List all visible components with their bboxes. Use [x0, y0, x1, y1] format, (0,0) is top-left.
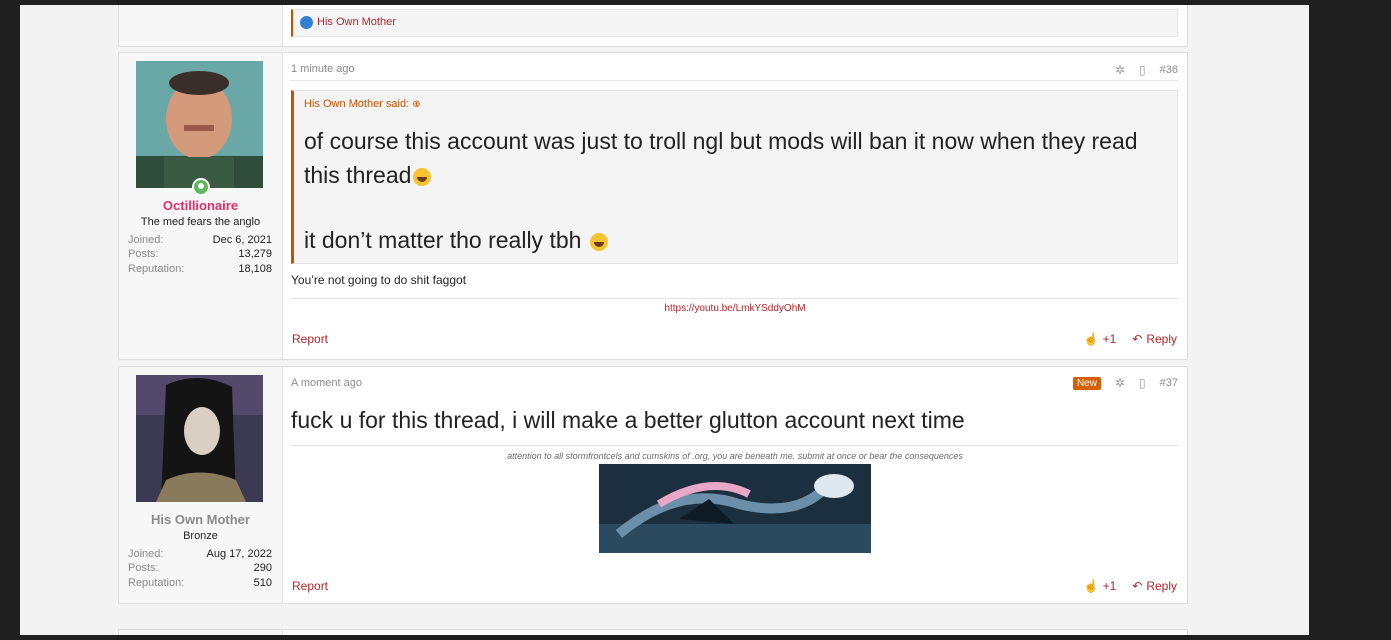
reputation-value: 18,108	[238, 263, 272, 275]
signature-image	[599, 464, 871, 553]
next-post	[118, 629, 1188, 635]
quote-line-2: this thread	[304, 162, 412, 188]
post-meta-actions: ✲ ▯ #36	[1115, 63, 1178, 77]
signature-text: attention to all stormfrontcels and cums…	[507, 451, 963, 461]
share-icon[interactable]: ✲	[1115, 376, 1125, 390]
user-column: Octillionaire The med fears the anglo Jo…	[119, 53, 283, 359]
avatar[interactable]	[136, 61, 263, 188]
like-button[interactable]: ☝ +1	[1084, 332, 1117, 346]
previous-post: His Own Mother	[118, 5, 1188, 47]
like-count: +1	[1102, 332, 1117, 346]
reply-button[interactable]: ↶ Reply	[1132, 332, 1177, 346]
meta-divider	[291, 80, 1178, 81]
post-actions: ☝ +1 ↶ Reply	[1084, 332, 1177, 346]
quote-author: His Own Mother said:	[304, 98, 410, 110]
reputation-stat: Reputation: 510	[128, 577, 272, 591]
quote-author-link[interactable]: His Own Mother said: ⊕	[304, 98, 421, 110]
user-title: Bronze	[183, 530, 218, 542]
signature-divider	[291, 298, 1178, 299]
quote-line-3: it don’t matter tho really tbh	[304, 227, 588, 253]
post-actions: ☝ +1 ↶ Reply	[1084, 579, 1177, 593]
reputation-stat: Reputation: 18,108	[128, 263, 272, 277]
avatar[interactable]	[136, 375, 263, 502]
like-button[interactable]: ☝ +1	[1084, 579, 1117, 593]
previous-post-user-column	[119, 5, 283, 46]
thumbs-up-icon: ☝	[1083, 579, 1099, 593]
user-title: The med fears the anglo	[140, 216, 261, 228]
reaction-user-link[interactable]: His Own Mother	[317, 16, 396, 28]
like-count: +1	[1102, 579, 1117, 593]
quote-line-1: of course this account was just to troll…	[304, 128, 1138, 154]
joined-value: Dec 6, 2021	[212, 234, 272, 246]
report-link[interactable]: Report	[292, 579, 328, 593]
post-body: fuck u for this thread, i will make a be…	[291, 407, 965, 433]
reactions-bar[interactable]: His Own Mother	[291, 9, 1178, 37]
reputation-label: Reputation:	[128, 263, 185, 275]
quote-line-2-wrap: this thread	[304, 158, 1157, 192]
posts-label: Posts:	[128, 248, 159, 260]
bookmark-icon[interactable]: ▯	[1139, 63, 1146, 77]
signature-divider	[291, 445, 1178, 446]
post-body: You’re not going to do shit faggot	[291, 273, 467, 287]
online-status-icon	[192, 178, 210, 196]
joined-stat: Joined: Dec 6, 2021	[128, 234, 272, 248]
quote-arrow-icon: ⊕	[412, 99, 421, 110]
quote-line-3-wrap: it don’t matter tho really tbh	[304, 223, 1157, 257]
share-icon[interactable]: ✲	[1115, 63, 1125, 77]
quote-block: His Own Mother said: ⊕ of course this ac…	[291, 90, 1178, 264]
username[interactable]: Octillionaire	[119, 198, 282, 213]
laughing-emoji-icon	[589, 233, 608, 251]
posts-value: 13,279	[238, 248, 272, 260]
thread-page: His Own Mother Octillionaire The med fea…	[20, 5, 1309, 635]
posts-label: Posts:	[128, 562, 159, 574]
laughing-emoji-icon	[413, 168, 432, 186]
signature-link[interactable]: https://youtu.be/LmkYSddyOhM	[283, 303, 1187, 314]
posts-stat: Posts: 13,279	[128, 248, 272, 262]
posts-stat: Posts: 290	[128, 562, 272, 576]
joined-value: Aug 17, 2022	[206, 548, 272, 560]
username[interactable]: His Own Mother	[119, 512, 282, 527]
reputation-label: Reputation:	[128, 577, 185, 589]
joined-stat: Joined: Aug 17, 2022	[128, 548, 272, 562]
post-time[interactable]: A moment ago	[291, 377, 362, 389]
reply-label: Reply	[1146, 579, 1177, 593]
post-36: Octillionaire The med fears the anglo Jo…	[118, 52, 1188, 360]
reply-icon: ↶	[1132, 579, 1143, 593]
thumbs-up-icon: ☝	[1083, 332, 1099, 346]
report-link[interactable]: Report	[292, 332, 328, 346]
joined-label: Joined:	[128, 234, 164, 246]
reply-icon: ↶	[1132, 332, 1143, 346]
posts-value: 290	[253, 562, 272, 574]
reputation-value: 510	[253, 577, 272, 589]
post-37: His Own Mother Bronze Joined: Aug 17, 20…	[118, 366, 1188, 604]
bookmark-icon[interactable]: ▯	[1139, 376, 1146, 390]
reply-label: Reply	[1146, 332, 1177, 346]
new-badge: New	[1072, 376, 1101, 390]
reply-button[interactable]: ↶ Reply	[1132, 579, 1177, 593]
post-number[interactable]: #37	[1160, 377, 1178, 389]
next-post-user-column	[119, 630, 283, 635]
like-icon	[300, 16, 313, 29]
user-column: His Own Mother Bronze Joined: Aug 17, 20…	[119, 367, 283, 603]
post-number[interactable]: #36	[1160, 64, 1178, 76]
post-meta-actions: New ✲ ▯ #37	[1072, 376, 1178, 390]
post-time[interactable]: 1 minute ago	[291, 63, 355, 75]
joined-label: Joined:	[128, 548, 164, 560]
